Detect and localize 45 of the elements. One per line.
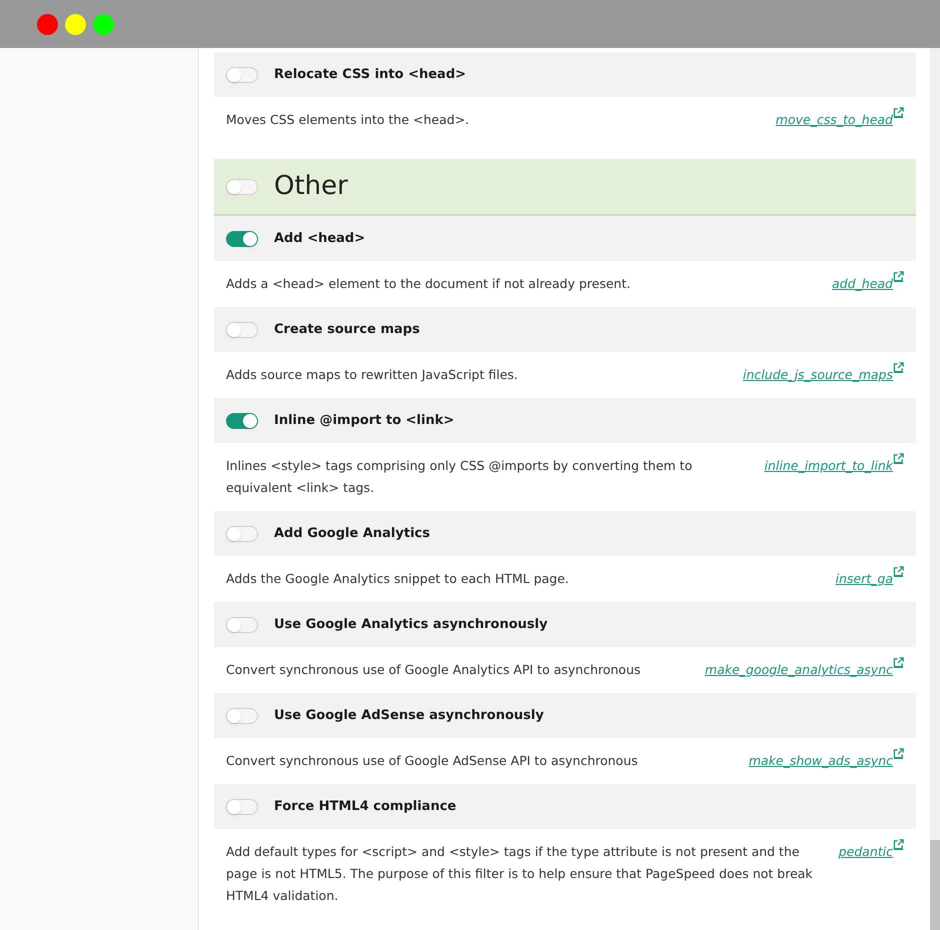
filter-description: Adds the Google Analytics snippet to each HTML page. (226, 570, 570, 588)
external-link-icon (893, 839, 904, 850)
filter-link[interactable]: make_google_analytics_async (704, 661, 893, 680)
filter-link[interactable]: pedantic (838, 843, 893, 862)
filter-description: Add default types for <script> and <style> tags if the type attribute is not present and the page is not HTML5. The purpose of this filter is to help ensure that PageSpeed does not break HTML4 validation. (226, 843, 814, 905)
filter-title: Create source maps (274, 320, 420, 339)
filter-description: Adds source maps to rewritten JavaScript files. (226, 366, 519, 384)
external-link-icon (893, 566, 904, 577)
filter-link[interactable]: make_show_ads_async (748, 752, 893, 771)
filter-title: Use Google Analytics asynchronously (274, 616, 548, 634)
filter-title: Relocate CSS into <head> (274, 66, 466, 84)
external-link-icon (893, 657, 904, 668)
filter-description: Inlines <style> tags comprising only CSS @imports by converting them to equivalent <link> tags. (226, 457, 694, 497)
external-link-icon (893, 107, 904, 118)
toggle-switch[interactable] (226, 322, 258, 338)
filter-description: Adds a <head> element to the document if not already present. (226, 275, 632, 293)
toggle-switch[interactable] (226, 412, 258, 428)
minimize-window-button[interactable] (65, 14, 86, 34)
filter-title: Use Google AdSense asynchronously (274, 706, 544, 725)
filter-description: Moves CSS elements into the <head>. (226, 111, 470, 129)
filter-link[interactable]: add_head (832, 275, 893, 294)
external-link-icon (893, 748, 904, 759)
filter-title: Add Google Analytics (274, 524, 430, 543)
filter-link[interactable]: move_css_to_head (776, 111, 893, 130)
filter-link[interactable]: inline_import_to_link (764, 457, 893, 476)
filter-link[interactable]: insert_ga (836, 570, 893, 589)
filter-description: Convert synchronous use of Google Analytics API to asynchronous (226, 661, 642, 679)
filter-link[interactable]: include_js_source_maps (742, 366, 893, 385)
toggle-switch[interactable] (226, 798, 258, 814)
filter-description: Convert synchronous use of Google AdSense API to asynchronous (226, 752, 639, 770)
toggle-switch[interactable] (226, 616, 258, 632)
toggle-switch[interactable] (226, 178, 258, 194)
external-link-icon (893, 271, 904, 282)
toggle-switch[interactable] (226, 230, 258, 246)
toggle-switch[interactable] (226, 708, 258, 724)
external-link-icon (893, 453, 904, 464)
close-window-button[interactable] (37, 14, 58, 34)
external-link-icon (893, 362, 904, 373)
filter-title: Add <head> (274, 230, 366, 248)
toggle-switch[interactable] (226, 526, 258, 542)
filter-title: Force HTML4 compliance (274, 798, 456, 816)
toggle-switch[interactable] (226, 66, 258, 82)
filter-title: Inline @import to <link> (274, 412, 454, 430)
maximize-window-button[interactable] (93, 14, 114, 34)
section-title: Other (274, 170, 348, 203)
